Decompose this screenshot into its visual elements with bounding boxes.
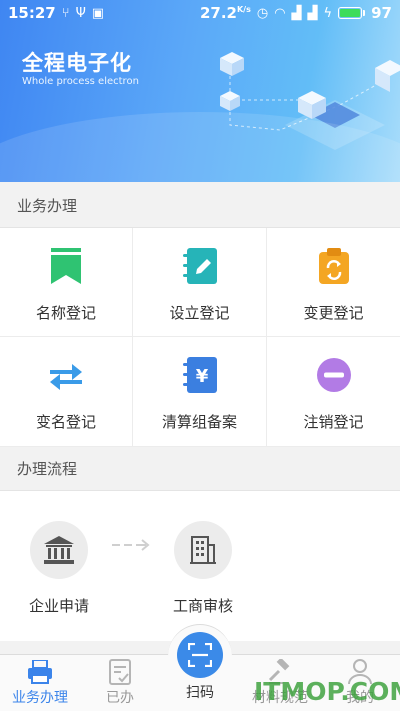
service-label: 名称登记 <box>35 304 96 322</box>
process-step-apply: 企业申请 <box>9 521 109 616</box>
status-bar: 15:27 ⑂ Ψ ▣ 27.2K/s ◷ ◠ ▟ ▟ ϟ 97 <box>0 0 400 26</box>
tab-label: 扫码 <box>186 685 214 701</box>
usb-plug-icon: Ψ <box>75 5 86 21</box>
scan-icon <box>188 643 212 667</box>
swap-arrows-icon <box>48 357 84 393</box>
printer-icon <box>27 659 53 685</box>
tab-done[interactable]: 已办 <box>80 659 160 707</box>
usb-icon: ⑂ <box>61 5 70 21</box>
checked-document-icon <box>107 659 133 685</box>
service-label: 设立登记 <box>169 304 230 322</box>
clock: 15:27 <box>8 4 56 22</box>
process-step-label: 工商审核 <box>172 597 233 615</box>
tab-label: 业务办理 <box>12 690 68 706</box>
network-speed: 27.2K/s <box>199 4 251 22</box>
wifi-icon: ◠ <box>274 5 286 21</box>
process-flow: 企业申请 工商审核 <box>0 491 400 641</box>
section-header-process: 办理流程 <box>0 447 400 491</box>
svg-text:¥: ¥ <box>195 366 208 387</box>
tab-business[interactable]: 业务办理 <box>0 659 80 707</box>
banner: 全程电子化 Whole process electron <box>0 0 400 182</box>
alarm-icon: ◷ <box>256 5 269 21</box>
service-establish-registration[interactable]: 设立登记 <box>133 228 267 337</box>
office-building-icon <box>174 521 232 579</box>
svg-text:ITMOP.COM: ITMOP.COM <box>254 677 400 706</box>
service-change-registration[interactable]: 变更登记 <box>267 228 400 337</box>
process-step-review: 工商审核 <box>153 521 253 616</box>
service-label: 注销登记 <box>303 413 364 431</box>
battery-icon <box>338 7 366 19</box>
dashed-arrow-icon <box>112 539 150 551</box>
bookmark-icon <box>48 248 84 284</box>
banner-title: 全程电子化 <box>22 51 132 75</box>
service-label: 变更登记 <box>303 304 364 322</box>
scan-button[interactable] <box>177 632 223 678</box>
service-rename-registration[interactable]: 变名登记 <box>0 337 133 447</box>
isometric-cubes-illustration <box>220 52 400 150</box>
process-step-label: 企业申请 <box>28 597 89 615</box>
app-screen: 全程电子化 Whole process electron 15:27 ⑂ Ψ ▣… <box>0 0 400 711</box>
service-cancellation-registration[interactable]: 注销登记 <box>267 337 400 447</box>
service-label: 清算组备案 <box>161 413 237 431</box>
tab-label: 已办 <box>106 690 134 706</box>
section-header-services: 业务办理 <box>0 184 400 228</box>
yen-notebook-icon: ¥ <box>182 357 218 393</box>
clipboard-refresh-icon <box>316 248 352 284</box>
notebook-edit-icon <box>182 248 218 284</box>
service-grid: 名称登记 设立登记 变更登记 变名登记 ¥ 清算组备案 注销登记 <box>0 228 400 447</box>
banner-subtitle: Whole process electron <box>22 76 139 87</box>
minus-circle-icon <box>316 357 352 393</box>
service-name-registration[interactable]: 名称登记 <box>0 228 133 337</box>
battery-level: 97 <box>371 4 392 22</box>
signal-icon: ▟ <box>307 5 318 21</box>
image-icon: ▣ <box>91 5 105 21</box>
charging-icon: ϟ <box>323 5 333 21</box>
service-label: 变名登记 <box>35 413 96 431</box>
signal-icon: ▟ <box>291 5 302 21</box>
service-liquidation-filing[interactable]: ¥ 清算组备案 <box>133 337 267 447</box>
bank-building-icon <box>30 521 88 579</box>
watermark-logo: ITMOP.COM <box>254 677 400 706</box>
